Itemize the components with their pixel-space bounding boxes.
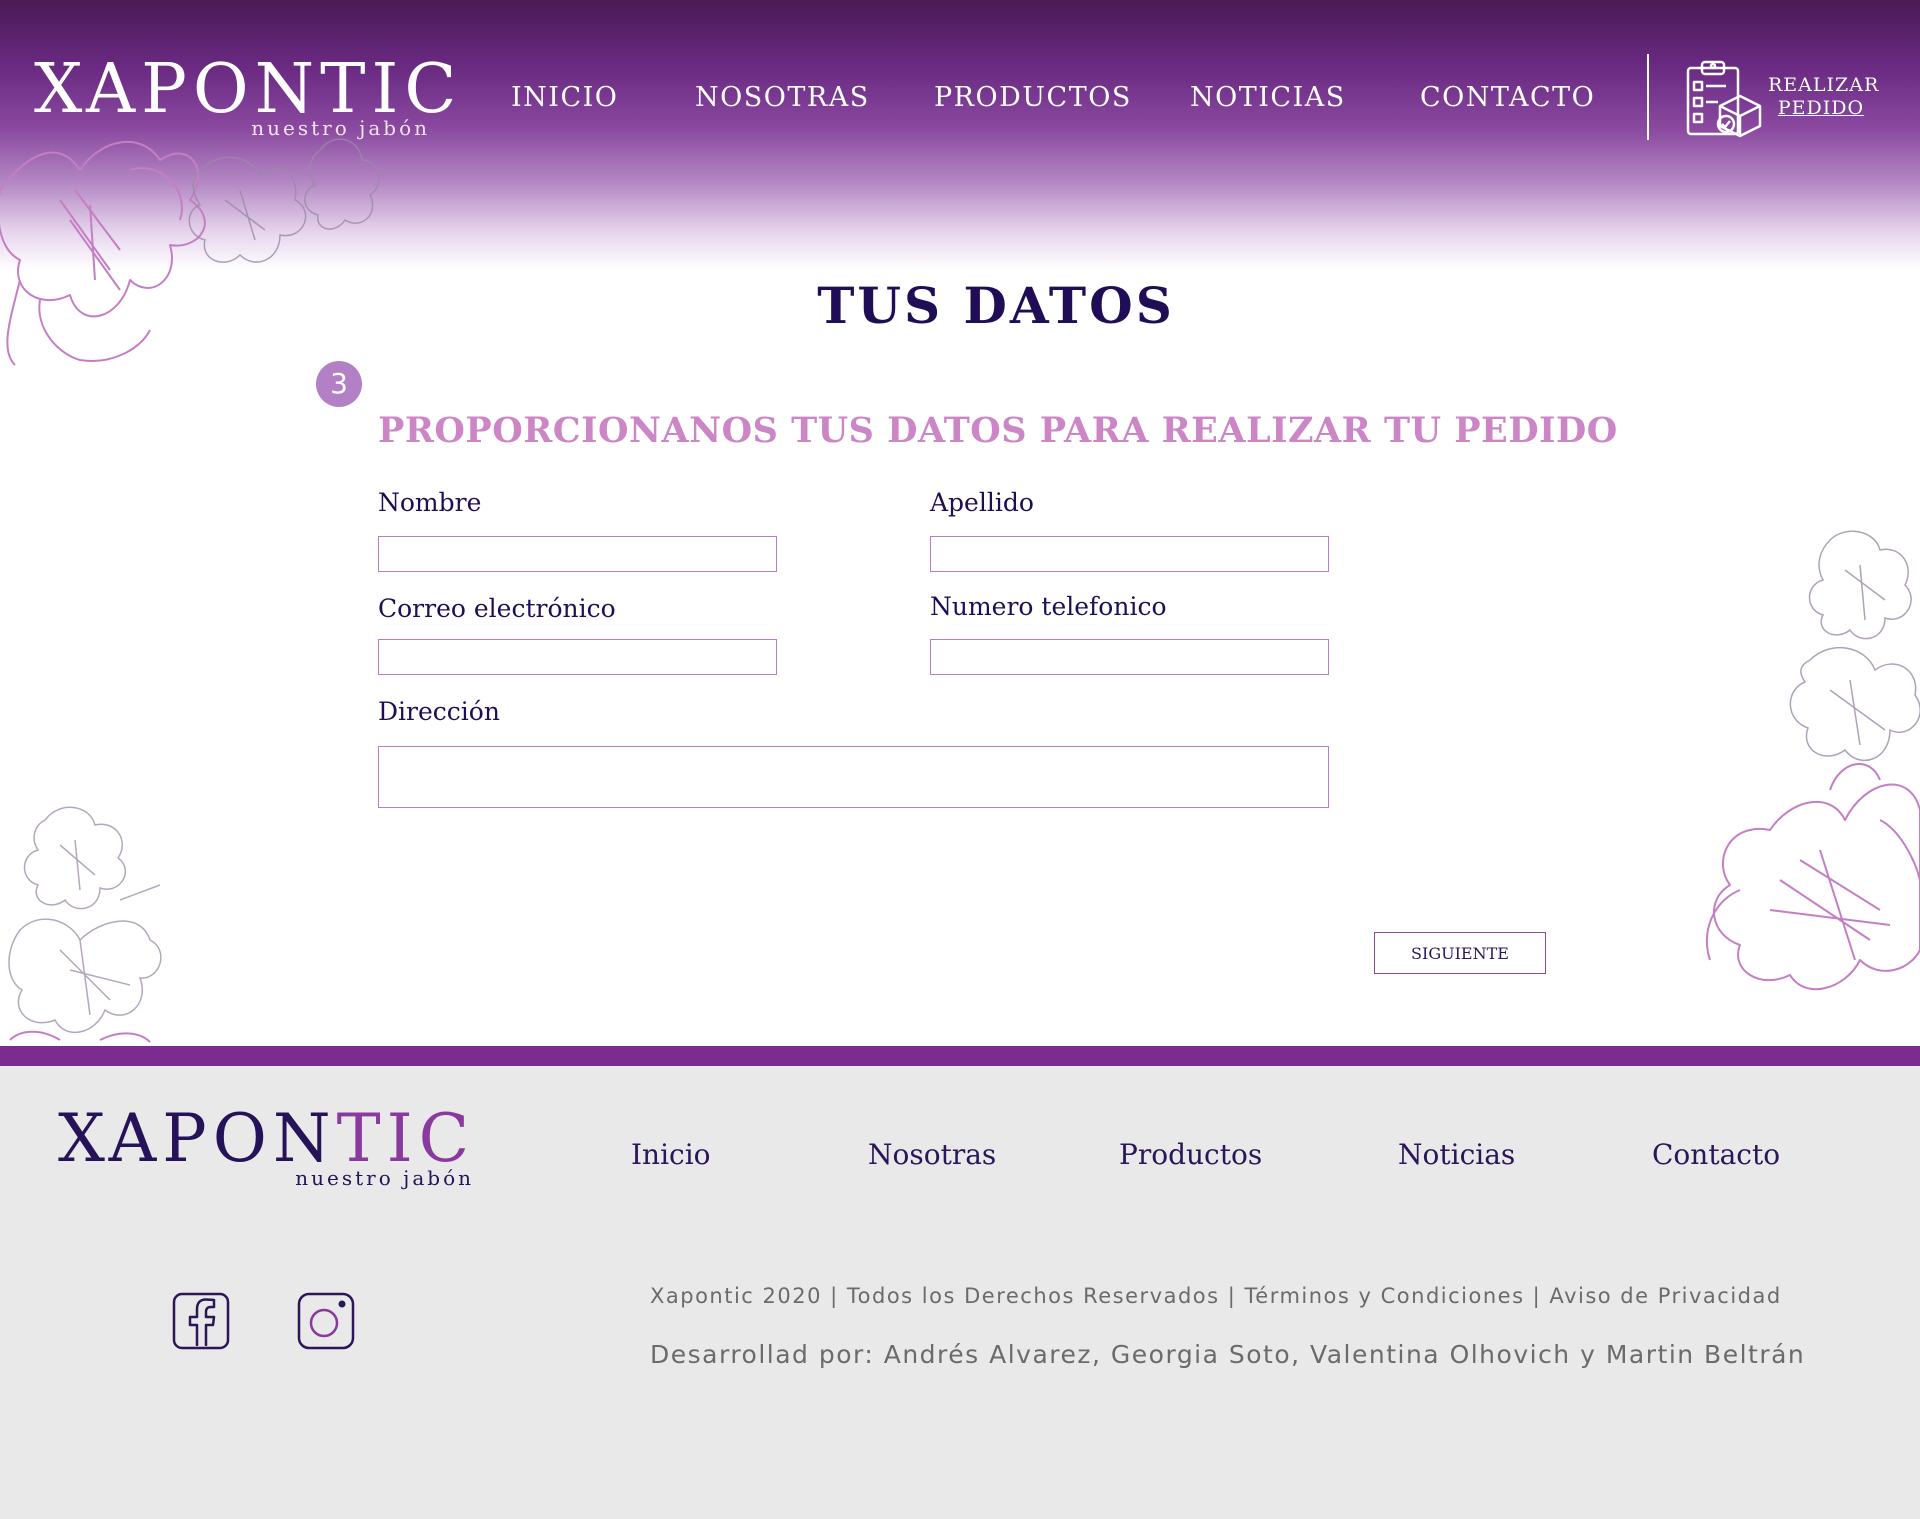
last-name-label: Apellido	[930, 488, 1034, 517]
footer-nav-inicio[interactable]: Inicio	[631, 1138, 711, 1171]
address-input[interactable]	[378, 746, 1329, 808]
nav-item-productos[interactable]: PRODUCTOS	[934, 82, 1132, 113]
email-input[interactable]	[378, 639, 777, 675]
footer-nav-contacto[interactable]: Contacto	[1652, 1138, 1780, 1171]
clipboard-order-icon	[1686, 60, 1762, 138]
first-name-label: Nombre	[378, 488, 482, 517]
footer-logo-wordmark: XAPONTIC	[58, 1100, 476, 1177]
nav-item-inicio[interactable]: INICIO	[511, 82, 618, 113]
nav-item-noticias[interactable]: NOTICIAS	[1190, 82, 1346, 113]
phone-label: Numero telefonico	[930, 592, 1167, 621]
realizar-pedido-button[interactable]: REALIZAR PEDIDO	[1684, 58, 1880, 138]
instagram-icon[interactable]	[297, 1292, 355, 1350]
site-footer: XAPONTIC nuestro jabón Inicio Nosotras P…	[0, 1066, 1920, 1519]
address-label: Dirección	[378, 697, 500, 726]
footer-logo-tagline: nuestro jabón	[295, 1166, 474, 1190]
footer-logo[interactable]: XAPONTIC nuestro jabón	[58, 1100, 478, 1191]
page-title: TUS DATOS	[817, 276, 1175, 335]
realizar-pedido-label: REALIZAR PEDIDO	[1768, 74, 1880, 119]
footer-nav-noticias[interactable]: Noticias	[1398, 1138, 1515, 1171]
footer-nav-nosotras[interactable]: Nosotras	[868, 1138, 996, 1171]
first-name-input[interactable]	[378, 536, 777, 572]
step-number-badge: 3	[316, 361, 362, 407]
footer-legal-text: Xapontic 2020 | Todos los Derechos Reser…	[650, 1284, 1782, 1308]
facebook-icon[interactable]	[172, 1292, 230, 1350]
header-logo[interactable]: XAPONTIC nuestro jabón	[34, 56, 456, 141]
nav-item-nosotras[interactable]: NOSOTRAS	[695, 82, 870, 113]
footer-nav-productos[interactable]: Productos	[1119, 1138, 1262, 1171]
logo-wordmark: XAPONTIC	[34, 50, 463, 129]
site-header: XAPONTIC nuestro jabón INICIO NOSOTRAS P…	[0, 0, 1920, 366]
form-subtitle: PROPORCIONANOS TUS DATOS PARA REALIZAR T…	[378, 410, 1618, 451]
nav-divider	[1647, 54, 1649, 140]
phone-input[interactable]	[930, 639, 1329, 675]
footer-divider-bar	[0, 1046, 1920, 1066]
siguiente-button[interactable]: SIGUIENTE	[1374, 932, 1546, 974]
footer-credits-text: Desarrollad por: Andrés Alvarez, Georgia…	[650, 1340, 1806, 1369]
logo-tagline: nuestro jabón	[251, 116, 430, 140]
last-name-input[interactable]	[930, 536, 1329, 572]
nav-item-contacto[interactable]: CONTACTO	[1420, 82, 1595, 113]
floral-decoration-bottom-left	[8, 806, 162, 1043]
email-label: Correo electrónico	[378, 594, 616, 623]
floral-decoration-right	[1705, 530, 1920, 991]
